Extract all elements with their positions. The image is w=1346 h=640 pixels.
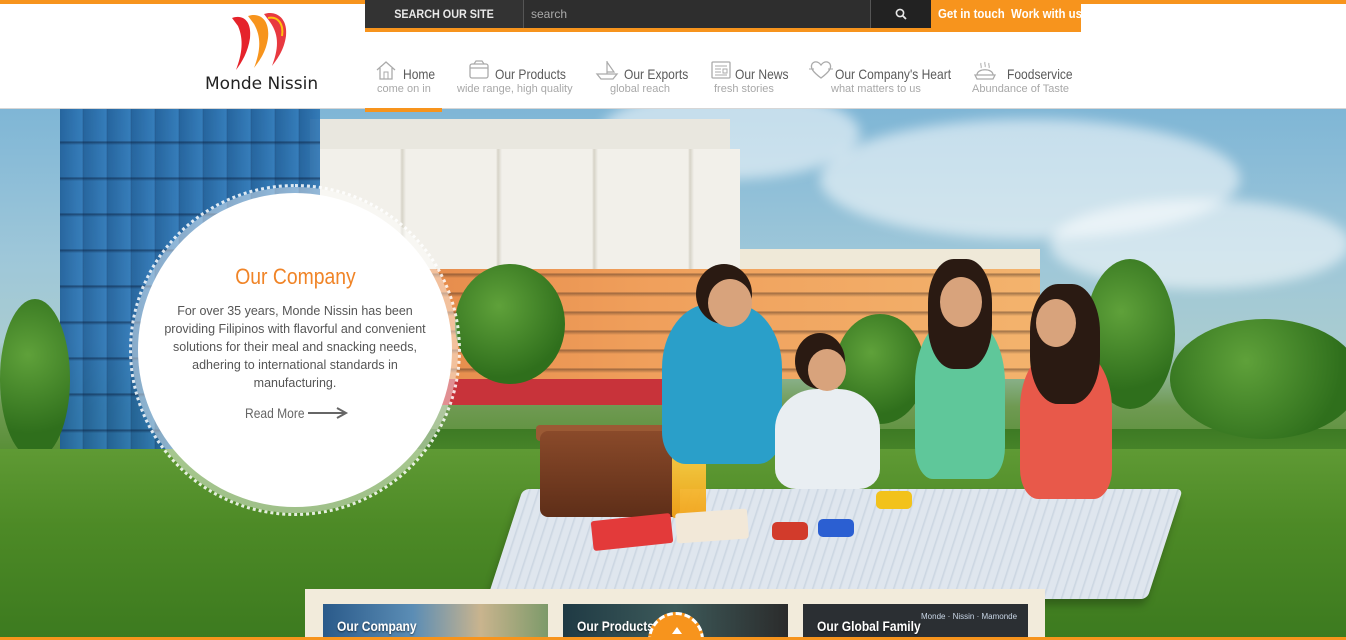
card-our-company-label: Our Company bbox=[337, 618, 417, 634]
our-company-panel-title: Our Company bbox=[234, 264, 356, 289]
chevron-up-icon bbox=[672, 627, 682, 634]
nav-products-title: Our Products bbox=[495, 66, 566, 82]
nav-exports-subtitle: global reach bbox=[610, 83, 670, 95]
mother-face bbox=[940, 277, 982, 327]
boy bbox=[775, 389, 880, 489]
nav-news-title: Our News bbox=[735, 66, 789, 82]
search-bar: SEARCH OUR SITE bbox=[365, 0, 931, 28]
nav-foodservice-title: Foodservice bbox=[1007, 66, 1073, 82]
nav-heart-subtitle: what matters to us bbox=[831, 83, 921, 95]
nav-products-subtitle: wide range, high quality bbox=[457, 83, 573, 95]
work-with-us-button[interactable]: Work with us bbox=[1011, 0, 1082, 28]
toy-car bbox=[876, 491, 912, 509]
search-input[interactable] bbox=[523, 0, 870, 28]
nav-item-foodservice[interactable]: Foodservice Abundance of Taste bbox=[972, 56, 1073, 108]
nav-item-our-products[interactable]: Our Products wide range, high quality bbox=[457, 56, 577, 108]
daughter-face bbox=[1036, 299, 1076, 347]
tree bbox=[1170, 319, 1346, 439]
nav-home-title: Home bbox=[403, 66, 436, 82]
nav-active-indicator bbox=[365, 108, 442, 112]
father bbox=[662, 304, 782, 464]
toy-car bbox=[772, 522, 808, 540]
newspaper-icon bbox=[711, 61, 731, 79]
nav-home-subtitle: come on in bbox=[377, 83, 431, 95]
nav-heart-title: Our Company's Heart bbox=[835, 66, 952, 82]
boy-face bbox=[808, 349, 846, 391]
nav-item-our-news[interactable]: Our News fresh stories bbox=[710, 56, 790, 108]
nav-item-home[interactable]: Home come on in bbox=[375, 56, 441, 108]
search-label: SEARCH OUR SITE bbox=[394, 7, 494, 21]
tree bbox=[455, 264, 565, 384]
picnic-basket bbox=[540, 431, 680, 517]
food-tray-icon bbox=[973, 61, 997, 80]
read-more-link[interactable]: Read More bbox=[245, 404, 355, 424]
top-buttons: Get in touch Work with us bbox=[931, 0, 1082, 32]
ship-icon bbox=[595, 61, 619, 80]
cloud bbox=[1050, 199, 1346, 289]
card-our-global-family-label: Our Global Family bbox=[817, 618, 921, 634]
product-box-icon bbox=[469, 60, 489, 79]
logo[interactable]: Monde Nissin bbox=[200, 10, 320, 96]
logo-mark-icon bbox=[232, 12, 287, 71]
read-more-label: Read More bbox=[245, 405, 305, 421]
toy-car bbox=[818, 519, 854, 537]
nav-exports-title: Our Exports bbox=[624, 66, 689, 82]
card-our-company[interactable]: Our Company bbox=[323, 604, 548, 640]
brand-logos: Monde · Nissin · Mamonde bbox=[921, 612, 1018, 621]
search-button[interactable] bbox=[870, 0, 931, 28]
get-in-touch-button[interactable]: Get in touch bbox=[938, 0, 1005, 28]
heart-icon bbox=[809, 61, 833, 79]
tree bbox=[0, 299, 70, 459]
father-face bbox=[708, 279, 752, 327]
logo-text: Monde Nissin bbox=[205, 74, 319, 94]
house-icon bbox=[376, 61, 396, 80]
card-our-products-label: Our Products bbox=[577, 618, 654, 634]
snack-pack bbox=[675, 508, 749, 544]
nav-foodservice-subtitle: Abundance of Taste bbox=[972, 83, 1070, 95]
our-company-panel-text: For over 35 years, Monde Nissin has been… bbox=[164, 304, 426, 390]
nav-item-our-exports[interactable]: Our Exports global reach bbox=[595, 56, 689, 108]
nav-item-our-companys-heart[interactable]: Our Company's Heart what matters to us bbox=[808, 56, 953, 108]
arrow-right-icon bbox=[308, 407, 349, 419]
card-our-global-family[interactable]: Our Global Family Monde · Nissin · Mamon… bbox=[803, 604, 1028, 640]
nav-news-subtitle: fresh stories bbox=[714, 83, 774, 95]
search-icon bbox=[895, 8, 907, 20]
